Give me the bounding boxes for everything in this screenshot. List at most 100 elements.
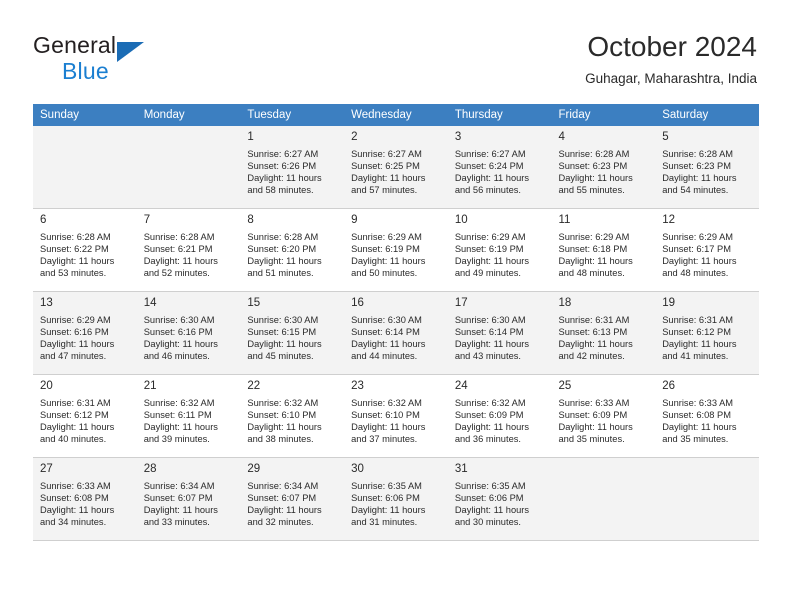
calendar-day-cell[interactable]: 29 Sunrise: 6:34 AM Sunset: 6:07 PM Dayli… bbox=[240, 457, 345, 541]
day-cell-content: 10 Sunrise: 6:29 AM Sunset: 6:19 PM Dayli… bbox=[448, 209, 552, 287]
calendar-empty-cell bbox=[655, 457, 759, 541]
day-sun-details: Sunrise: 6:30 AM Sunset: 6:14 PM Dayligh… bbox=[351, 315, 426, 362]
calendar-body: 1 Sunrise: 6:27 AM Sunset: 6:26 PM Daylig… bbox=[33, 126, 759, 541]
day-sun-details: Sunrise: 6:27 AM Sunset: 6:26 PM Dayligh… bbox=[247, 149, 322, 196]
day-number: 23 bbox=[351, 380, 364, 392]
weekday-header-friday: Friday bbox=[551, 104, 656, 126]
day-cell-content: 18 Sunrise: 6:31 AM Sunset: 6:13 PM Dayli… bbox=[552, 292, 656, 370]
page-title: October 2024 bbox=[587, 31, 757, 62]
calendar-day-cell[interactable]: 25 Sunrise: 6:33 AM Sunset: 6:09 PM Dayli… bbox=[551, 374, 656, 458]
calendar-day-cell[interactable]: 30 Sunrise: 6:35 AM Sunset: 6:06 PM Dayli… bbox=[344, 457, 448, 541]
calendar-day-cell[interactable]: 7 Sunrise: 6:28 AM Sunset: 6:21 PM Daylig… bbox=[136, 208, 241, 292]
day-number: 26 bbox=[662, 380, 676, 392]
calendar-day-cell[interactable]: 13 Sunrise: 6:29 AM Sunset: 6:16 PM Dayli… bbox=[33, 291, 137, 375]
calendar-day-cell[interactable]: 9 Sunrise: 6:29 AM Sunset: 6:19 PM Daylig… bbox=[344, 208, 448, 292]
day-cell-content: 17 Sunrise: 6:30 AM Sunset: 6:14 PM Dayli… bbox=[448, 292, 552, 370]
day-cell-content: 11 Sunrise: 6:29 AM Sunset: 6:18 PM Dayli… bbox=[552, 209, 656, 287]
day-cell-content: 31 Sunrise: 6:35 AM Sunset: 6:06 PM Dayli… bbox=[448, 458, 552, 536]
day-cell-content: 14 Sunrise: 6:30 AM Sunset: 6:16 PM Dayli… bbox=[137, 292, 241, 370]
calendar-day-cell[interactable]: 6 Sunrise: 6:28 AM Sunset: 6:22 PM Daylig… bbox=[33, 208, 137, 292]
day-number: 1 bbox=[247, 131, 254, 143]
calendar-day-cell[interactable]: 11 Sunrise: 6:29 AM Sunset: 6:18 PM Dayli… bbox=[551, 208, 656, 292]
day-number: 7 bbox=[143, 214, 151, 226]
day-number: 2 bbox=[351, 131, 358, 143]
day-number: 10 bbox=[454, 214, 468, 226]
calendar-day-cell[interactable]: 17 Sunrise: 6:30 AM Sunset: 6:14 PM Dayli… bbox=[447, 291, 552, 375]
calendar-day-cell[interactable]: 26 Sunrise: 6:33 AM Sunset: 6:08 PM Dayli… bbox=[655, 374, 759, 458]
day-sun-details: Sunrise: 6:28 AM Sunset: 6:20 PM Dayligh… bbox=[247, 232, 322, 279]
calendar-day-cell[interactable]: 21 Sunrise: 6:32 AM Sunset: 6:11 PM Dayli… bbox=[136, 374, 241, 458]
calendar-day-cell[interactable]: 5 Sunrise: 6:28 AM Sunset: 6:23 PM Daylig… bbox=[655, 126, 759, 209]
day-sun-details: Sunrise: 6:28 AM Sunset: 6:21 PM Dayligh… bbox=[143, 232, 218, 279]
weekday-header-wednesday: Wednesday bbox=[344, 104, 448, 126]
day-cell-content: 16 Sunrise: 6:30 AM Sunset: 6:14 PM Dayli… bbox=[344, 292, 448, 370]
calendar-day-cell[interactable]: 10 Sunrise: 6:29 AM Sunset: 6:19 PM Dayli… bbox=[447, 208, 552, 292]
calendar-day-cell[interactable]: 3 Sunrise: 6:27 AM Sunset: 6:24 PM Daylig… bbox=[447, 126, 552, 209]
calendar-day-cell[interactable]: 20 Sunrise: 6:31 AM Sunset: 6:12 PM Dayli… bbox=[33, 374, 137, 458]
weekday-header-sunday: Sunday bbox=[33, 104, 137, 126]
day-sun-details: Sunrise: 6:33 AM Sunset: 6:08 PM Dayligh… bbox=[662, 398, 737, 445]
day-sun-details: Sunrise: 6:31 AM Sunset: 6:13 PM Dayligh… bbox=[558, 315, 633, 362]
calendar-day-cell[interactable]: 23 Sunrise: 6:32 AM Sunset: 6:10 PM Dayli… bbox=[344, 374, 448, 458]
day-number: 19 bbox=[662, 297, 676, 309]
calendar-day-cell[interactable]: 16 Sunrise: 6:30 AM Sunset: 6:14 PM Dayli… bbox=[344, 291, 448, 375]
day-cell-content: 25 Sunrise: 6:33 AM Sunset: 6:09 PM Dayli… bbox=[552, 375, 656, 453]
day-cell-content: 9 Sunrise: 6:29 AM Sunset: 6:19 PM Daylig… bbox=[344, 209, 448, 287]
day-sun-details: Sunrise: 6:29 AM Sunset: 6:16 PM Dayligh… bbox=[40, 315, 115, 362]
day-sun-details: Sunrise: 6:31 AM Sunset: 6:12 PM Dayligh… bbox=[40, 398, 115, 445]
calendar-table: Sunday Monday Tuesday Wednesday Thursday… bbox=[33, 104, 759, 541]
day-sun-details: Sunrise: 6:27 AM Sunset: 6:25 PM Dayligh… bbox=[351, 149, 426, 196]
triangle-flag-icon bbox=[117, 42, 144, 62]
day-cell-content: 26 Sunrise: 6:33 AM Sunset: 6:08 PM Dayli… bbox=[655, 375, 759, 453]
day-sun-details: Sunrise: 6:32 AM Sunset: 6:11 PM Dayligh… bbox=[143, 398, 218, 445]
calendar-day-cell[interactable]: 2 Sunrise: 6:27 AM Sunset: 6:25 PM Daylig… bbox=[344, 126, 448, 209]
day-cell-content: 6 Sunrise: 6:28 AM Sunset: 6:22 PM Daylig… bbox=[33, 209, 137, 287]
calendar-day-cell[interactable]: 14 Sunrise: 6:30 AM Sunset: 6:16 PM Dayli… bbox=[136, 291, 241, 375]
day-sun-details: Sunrise: 6:30 AM Sunset: 6:16 PM Dayligh… bbox=[143, 315, 218, 362]
day-cell-content: 12 Sunrise: 6:29 AM Sunset: 6:17 PM Dayli… bbox=[655, 209, 759, 287]
calendar-day-cell[interactable]: 31 Sunrise: 6:35 AM Sunset: 6:06 PM Dayli… bbox=[447, 457, 552, 541]
day-number: 9 bbox=[351, 214, 358, 226]
day-sun-details: Sunrise: 6:34 AM Sunset: 6:07 PM Dayligh… bbox=[143, 481, 218, 528]
calendar-day-cell[interactable]: 28 Sunrise: 6:34 AM Sunset: 6:07 PM Dayli… bbox=[136, 457, 241, 541]
calendar-header-row: Sunday Monday Tuesday Wednesday Thursday… bbox=[33, 104, 759, 126]
day-number: 20 bbox=[40, 380, 53, 392]
calendar-week-row: 27 Sunrise: 6:33 AM Sunset: 6:08 PM Dayli… bbox=[33, 457, 759, 541]
day-sun-details: Sunrise: 6:35 AM Sunset: 6:06 PM Dayligh… bbox=[454, 481, 530, 528]
calendar-day-cell[interactable]: 19 Sunrise: 6:31 AM Sunset: 6:12 PM Dayli… bbox=[655, 291, 759, 375]
page-header: General Blue October 2024 Guhagar, Mahar… bbox=[0, 0, 792, 104]
day-cell-content: 20 Sunrise: 6:31 AM Sunset: 6:12 PM Dayli… bbox=[33, 375, 137, 453]
day-sun-details: Sunrise: 6:32 AM Sunset: 6:10 PM Dayligh… bbox=[247, 398, 322, 445]
day-cell-content: 24 Sunrise: 6:32 AM Sunset: 6:09 PM Dayli… bbox=[448, 375, 552, 453]
brand-logo[interactable]: General Blue bbox=[33, 32, 253, 86]
calendar-day-cell[interactable]: 1 Sunrise: 6:27 AM Sunset: 6:26 PM Daylig… bbox=[240, 126, 345, 209]
calendar-empty-cell bbox=[33, 126, 137, 209]
day-sun-details: Sunrise: 6:33 AM Sunset: 6:08 PM Dayligh… bbox=[40, 481, 115, 528]
page-subtitle: Guhagar, Maharashtra, India bbox=[585, 71, 757, 86]
calendar-day-cell[interactable]: 22 Sunrise: 6:32 AM Sunset: 6:10 PM Dayli… bbox=[240, 374, 345, 458]
day-sun-details: Sunrise: 6:27 AM Sunset: 6:24 PM Dayligh… bbox=[454, 149, 530, 196]
day-sun-details: Sunrise: 6:28 AM Sunset: 6:23 PM Dayligh… bbox=[558, 149, 633, 196]
calendar-day-cell[interactable]: 27 Sunrise: 6:33 AM Sunset: 6:08 PM Dayli… bbox=[33, 457, 137, 541]
weekday-header-monday: Monday bbox=[136, 104, 241, 126]
day-cell-content: 22 Sunrise: 6:32 AM Sunset: 6:10 PM Dayli… bbox=[240, 375, 344, 453]
day-number: 6 bbox=[40, 214, 47, 226]
calendar-day-cell[interactable]: 24 Sunrise: 6:32 AM Sunset: 6:09 PM Dayli… bbox=[447, 374, 552, 458]
calendar-day-cell[interactable]: 8 Sunrise: 6:28 AM Sunset: 6:20 PM Daylig… bbox=[240, 208, 345, 292]
day-number: 21 bbox=[143, 380, 157, 392]
calendar-day-cell[interactable]: 18 Sunrise: 6:31 AM Sunset: 6:13 PM Dayli… bbox=[551, 291, 656, 375]
calendar-day-cell[interactable]: 12 Sunrise: 6:29 AM Sunset: 6:17 PM Dayli… bbox=[655, 208, 759, 292]
day-sun-details: Sunrise: 6:28 AM Sunset: 6:23 PM Dayligh… bbox=[662, 149, 737, 196]
day-number: 8 bbox=[247, 214, 254, 226]
day-sun-details: Sunrise: 6:33 AM Sunset: 6:09 PM Dayligh… bbox=[558, 398, 633, 445]
calendar-day-cell[interactable]: 4 Sunrise: 6:28 AM Sunset: 6:23 PM Daylig… bbox=[551, 126, 656, 209]
day-sun-details: Sunrise: 6:34 AM Sunset: 6:07 PM Dayligh… bbox=[247, 481, 322, 528]
day-sun-details: Sunrise: 6:35 AM Sunset: 6:06 PM Dayligh… bbox=[351, 481, 426, 528]
day-number: 18 bbox=[558, 297, 572, 309]
day-cell-content: 29 Sunrise: 6:34 AM Sunset: 6:07 PM Dayli… bbox=[240, 458, 344, 536]
calendar-week-row: 1 Sunrise: 6:27 AM Sunset: 6:26 PM Daylig… bbox=[33, 126, 759, 209]
day-number: 22 bbox=[247, 380, 261, 392]
day-cell-content: 27 Sunrise: 6:33 AM Sunset: 6:08 PM Dayli… bbox=[33, 458, 137, 536]
calendar-empty-cell bbox=[551, 457, 656, 541]
calendar-day-cell[interactable]: 15 Sunrise: 6:30 AM Sunset: 6:15 PM Dayli… bbox=[240, 291, 345, 375]
